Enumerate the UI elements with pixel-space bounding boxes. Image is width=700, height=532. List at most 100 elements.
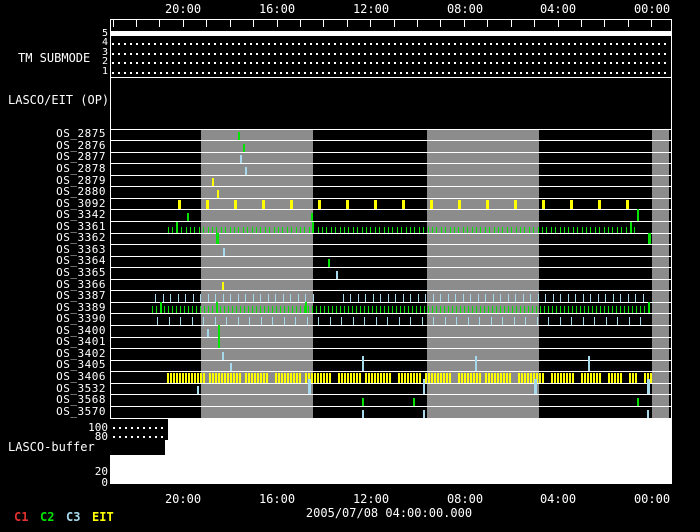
event-tick xyxy=(266,373,268,383)
event-tick xyxy=(440,373,442,383)
event-tick xyxy=(322,227,323,233)
top-axis-tick xyxy=(113,20,114,27)
event-tick xyxy=(584,306,585,313)
event-tick xyxy=(281,373,283,383)
event-tick xyxy=(608,373,610,383)
plot-left-border xyxy=(110,19,111,418)
event-tick xyxy=(387,317,388,325)
event-tick xyxy=(514,200,517,209)
event-tick xyxy=(500,306,501,313)
top-axis-tick xyxy=(183,20,184,27)
event-tick xyxy=(318,317,319,325)
event-tick xyxy=(316,306,317,313)
event-tick xyxy=(320,373,322,383)
event-tick xyxy=(186,227,187,233)
event-tick xyxy=(272,306,273,313)
event-tick xyxy=(533,227,534,233)
date-label: 2005/07/08 04:00:00.000 xyxy=(306,507,472,520)
event-tick xyxy=(217,190,219,198)
event-tick xyxy=(230,294,231,302)
event-tick xyxy=(596,306,597,313)
event-tick xyxy=(632,306,633,313)
buffer-dotted-gridline xyxy=(113,427,165,429)
event-tick xyxy=(187,213,189,221)
event-tick xyxy=(497,373,499,383)
event-tick xyxy=(308,379,311,394)
event-tick xyxy=(529,227,530,233)
event-tick xyxy=(224,373,226,383)
event-tick xyxy=(243,227,244,233)
event-tick xyxy=(423,410,425,418)
event-tick xyxy=(245,294,246,302)
event-tick xyxy=(260,306,261,313)
event-tick xyxy=(264,306,265,313)
event-tick xyxy=(413,373,415,383)
event-tick xyxy=(208,294,209,302)
event-tick xyxy=(629,373,631,383)
event-tick xyxy=(404,373,406,383)
event-tick xyxy=(463,294,464,302)
event-tick xyxy=(467,227,468,233)
event-tick xyxy=(254,373,256,383)
event-tick xyxy=(392,306,393,313)
event-tick xyxy=(476,373,478,383)
event-tick xyxy=(192,306,193,313)
event-tick xyxy=(544,306,545,313)
event-tick xyxy=(328,306,329,313)
event-tick xyxy=(284,306,285,313)
event-tick xyxy=(489,227,490,233)
event-tick xyxy=(377,373,379,383)
event-tick xyxy=(570,200,573,209)
event-tick xyxy=(444,306,445,313)
event-tick xyxy=(553,294,554,302)
event-tick xyxy=(532,306,533,313)
event-tick xyxy=(157,317,158,325)
event-tick xyxy=(516,227,517,233)
event-tick xyxy=(398,373,400,383)
top-axis-tick xyxy=(440,20,441,27)
top-axis-tick xyxy=(159,20,160,27)
os-row-separator xyxy=(110,244,672,245)
event-tick xyxy=(605,294,606,302)
event-tick xyxy=(311,213,313,221)
event-tick xyxy=(590,373,592,383)
event-tick xyxy=(560,317,561,325)
event-tick xyxy=(200,294,201,302)
event-tick xyxy=(476,227,477,233)
event-tick xyxy=(181,227,182,233)
top-axis-tick xyxy=(581,20,582,27)
event-tick xyxy=(520,306,521,313)
event-tick xyxy=(521,373,523,383)
event-tick xyxy=(208,227,209,233)
event-tick xyxy=(252,306,253,313)
event-tick xyxy=(436,227,437,233)
event-tick xyxy=(448,294,449,302)
event-tick xyxy=(408,306,409,313)
top-axis-tick xyxy=(511,20,512,27)
event-tick xyxy=(472,227,473,233)
event-tick xyxy=(524,306,525,313)
event-tick xyxy=(573,227,574,233)
event-tick xyxy=(413,398,415,406)
event-tick xyxy=(352,306,353,313)
tm-submode-value-bar xyxy=(111,31,671,36)
event-tick xyxy=(376,317,377,325)
event-tick xyxy=(500,373,502,383)
event-tick xyxy=(516,306,517,313)
event-tick xyxy=(410,317,411,325)
event-tick xyxy=(182,373,184,383)
event-tick xyxy=(468,306,469,313)
event-tick xyxy=(537,317,538,325)
event-tick xyxy=(362,398,364,406)
event-tick xyxy=(461,373,463,383)
event-tick xyxy=(596,373,598,383)
event-tick xyxy=(572,373,574,383)
event-tick xyxy=(238,227,239,233)
event-tick xyxy=(374,200,377,209)
event-tick xyxy=(272,317,273,325)
event-tick xyxy=(362,410,364,418)
event-tick xyxy=(463,227,464,233)
os-row-separator xyxy=(110,337,672,338)
event-tick xyxy=(484,306,485,313)
event-tick xyxy=(362,227,363,233)
